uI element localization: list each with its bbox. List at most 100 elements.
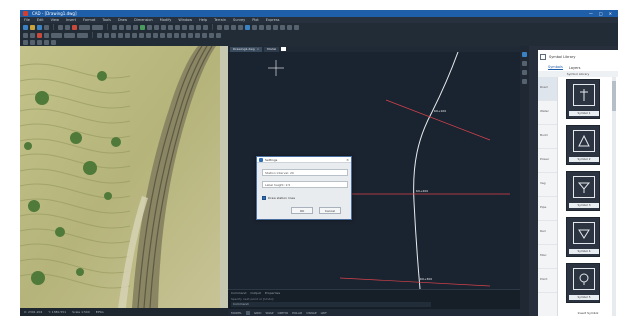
status-toggle[interactable]: SNAP — [265, 311, 273, 315]
satellite-map-view[interactable]: X: 2391.204 Y: 1380.551 Scale 1:500 EPSG — [20, 46, 228, 316]
shade-icon[interactable] — [51, 40, 56, 45]
style-dropdown[interactable] — [51, 32, 62, 38]
close-button[interactable]: ✕ — [609, 11, 612, 16]
redo-icon[interactable] — [65, 24, 70, 30]
export-icon[interactable] — [216, 32, 221, 38]
draw-lines-checkbox[interactable]: Draw station lines — [262, 196, 295, 200]
menu-item[interactable]: Format — [83, 18, 95, 22]
lineweight-dropdown[interactable] — [77, 32, 88, 38]
pan-icon[interactable] — [231, 24, 236, 30]
profile-icon[interactable] — [181, 32, 186, 38]
new-tab-button[interactable] — [281, 47, 287, 51]
menu-item[interactable]: Tools — [102, 18, 111, 22]
station-interval-field[interactable]: Station interval: 20 — [262, 169, 348, 176]
trim-icon[interactable] — [196, 24, 201, 30]
properties-panel-icon[interactable] — [522, 70, 527, 75]
doc-tab-model[interactable]: Model — [264, 46, 280, 52]
dynamic-input-icon[interactable] — [139, 32, 144, 38]
command-tab[interactable]: Output — [250, 291, 260, 295]
scrollbar-thumb[interactable] — [612, 81, 616, 111]
menu-item[interactable]: View — [51, 18, 59, 22]
command-tab[interactable]: Properties — [265, 291, 280, 295]
3d-orbit-icon[interactable] — [44, 40, 49, 45]
section-icon[interactable] — [188, 32, 193, 38]
image-icon[interactable] — [294, 24, 299, 30]
command-input[interactable]: Command: — [231, 302, 431, 307]
status-icon[interactable] — [245, 310, 250, 315]
tab-symbols[interactable]: Symbols — [548, 65, 563, 70]
category-item[interactable]: Rail — [538, 221, 557, 245]
view-top-icon[interactable] — [23, 40, 28, 45]
text-icon[interactable] — [147, 24, 152, 30]
category-item[interactable]: Veg — [538, 173, 557, 197]
print-icon[interactable] — [44, 24, 49, 30]
menu-item[interactable]: Dimension — [134, 18, 153, 22]
offset-icon[interactable] — [189, 24, 194, 30]
status-toggle[interactable]: POLAR — [292, 311, 302, 315]
category-item[interactable]: Misc — [538, 245, 557, 269]
tool-palette-icon[interactable] — [522, 79, 527, 84]
command-tab[interactable]: Command — [231, 291, 246, 295]
block-icon[interactable] — [273, 24, 278, 30]
table-icon[interactable] — [167, 32, 172, 38]
select-icon[interactable] — [23, 32, 28, 38]
open-folder-icon[interactable] — [30, 24, 35, 30]
status-toggle[interactable]: ORTHO — [277, 311, 288, 315]
hatch-icon[interactable] — [140, 24, 145, 30]
cancel-button[interactable]: Cancel — [319, 207, 341, 214]
close-tab-icon[interactable]: × — [257, 47, 260, 51]
grid-icon[interactable] — [97, 32, 102, 38]
layers-icon[interactable] — [522, 61, 527, 66]
zoom-extents-icon[interactable] — [238, 24, 243, 30]
category-item[interactable]: Road — [538, 77, 557, 101]
category-item[interactable]: Power — [538, 149, 557, 173]
line-icon[interactable] — [112, 24, 117, 30]
status-toggle[interactable]: OSNAP — [306, 311, 316, 315]
menu-item[interactable]: Modify — [160, 18, 172, 22]
area-icon[interactable] — [266, 24, 271, 30]
symbol-tile[interactable]: Symbol 5 — [566, 263, 600, 303]
menu-item[interactable]: Express — [266, 18, 280, 22]
dialog-close-icon[interactable]: × — [346, 158, 349, 162]
arc-icon[interactable] — [133, 24, 138, 30]
menu-item[interactable]: Terrain — [214, 18, 226, 22]
symbol-scrollbar[interactable] — [612, 77, 616, 316]
minimize-button[interactable]: — — [589, 11, 593, 16]
view-front-icon[interactable] — [30, 40, 35, 45]
menu-item[interactable]: Plot — [252, 18, 259, 22]
circle-icon[interactable] — [126, 24, 131, 30]
symbol-tile[interactable]: Symbol 4 — [566, 217, 600, 257]
category-item[interactable]: Point — [538, 269, 557, 293]
lineweight-icon[interactable] — [146, 32, 151, 38]
menu-item[interactable]: Survey — [233, 18, 245, 22]
copy-icon[interactable] — [161, 24, 166, 30]
label-icon[interactable] — [209, 32, 214, 38]
zoom-in-icon[interactable] — [217, 24, 222, 30]
point-icon[interactable] — [30, 32, 35, 38]
measure-icon[interactable] — [259, 24, 264, 30]
insert-icon[interactable] — [280, 24, 285, 30]
station-icon[interactable] — [174, 32, 179, 38]
snap-icon[interactable] — [104, 32, 109, 38]
leader-icon[interactable] — [160, 32, 165, 38]
zoom-out-icon[interactable] — [224, 24, 229, 30]
move-icon[interactable] — [154, 24, 159, 30]
view-side-icon[interactable] — [37, 40, 42, 45]
match-properties-icon[interactable] — [252, 24, 257, 30]
new-file-icon[interactable] — [23, 24, 28, 30]
symbol-tile[interactable]: Symbol 1 — [566, 79, 600, 119]
doc-tab-drawing[interactable]: Drawing1.dwg × — [230, 46, 263, 52]
otrack-icon[interactable] — [132, 32, 137, 38]
category-item[interactable]: Build — [538, 125, 557, 149]
dimension-icon[interactable] — [153, 32, 158, 38]
layer-dropdown[interactable] — [79, 24, 90, 30]
save-icon[interactable] — [37, 24, 42, 30]
label-height-field[interactable]: Label height: 2.5 — [262, 181, 348, 188]
osnap-icon[interactable] — [125, 32, 130, 38]
ortho-icon[interactable] — [111, 32, 116, 38]
undo-icon[interactable] — [58, 24, 63, 30]
menu-item[interactable]: Draw — [118, 18, 127, 22]
library-icon[interactable] — [522, 52, 527, 57]
rotate-icon[interactable] — [168, 24, 173, 30]
status-toggle[interactable]: GRID — [254, 311, 262, 315]
